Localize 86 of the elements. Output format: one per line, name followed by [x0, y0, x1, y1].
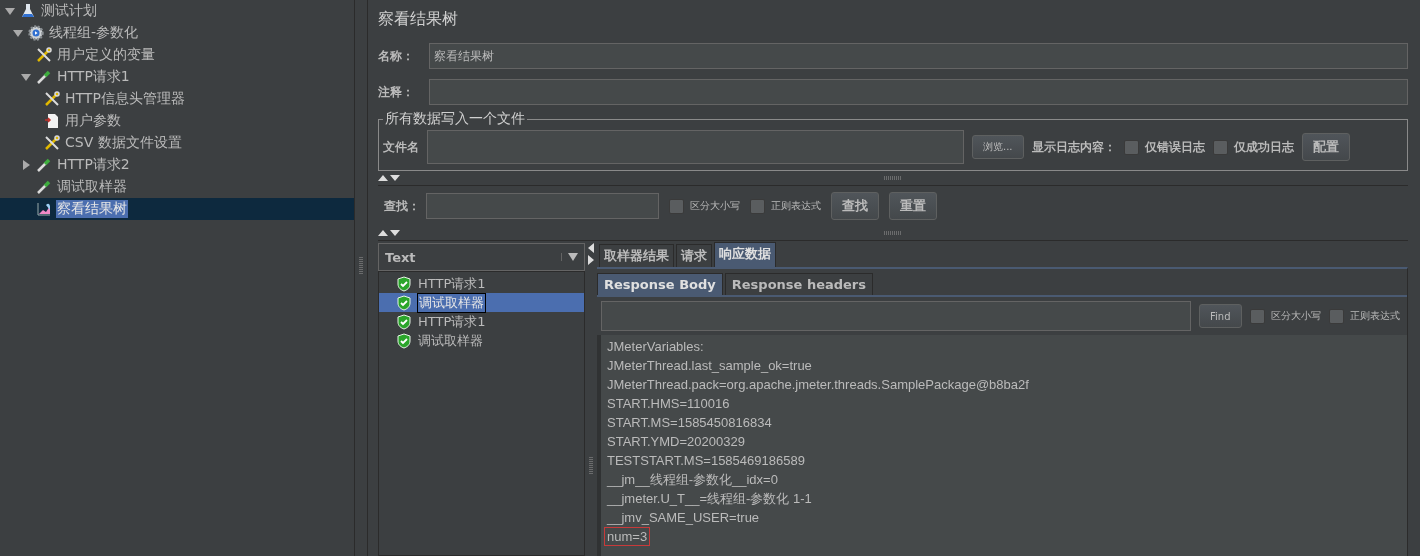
tab[interactable]: 请求 [676, 244, 712, 267]
tree-item[interactable]: 调试取样器 [56, 178, 128, 196]
response-line: START.MS=1585450816834 [607, 414, 772, 432]
expand-arrow-icon[interactable] [21, 160, 31, 170]
tree-item[interactable]: HTTP信息头管理器 [64, 90, 186, 108]
tools-icon [36, 47, 52, 63]
sample-item[interactable]: 调试取样器 [417, 331, 484, 350]
tab[interactable]: 取样器结果 [599, 244, 674, 267]
tree-item[interactable]: HTTP请求1 [56, 68, 131, 86]
tree-item[interactable]: 用户定义的变量 [56, 46, 156, 64]
field-label: 注释： [378, 83, 415, 101]
shield-check-icon [397, 313, 411, 330]
checkbox[interactable] [1249, 308, 1265, 324]
find-field[interactable] [601, 301, 1191, 331]
grip-icon[interactable] [589, 457, 593, 475]
shield-check-icon [397, 294, 411, 311]
field-label: 名称： [378, 47, 415, 65]
tab[interactable]: 响应数据 [714, 242, 776, 267]
find-button[interactable]: Find [1199, 304, 1242, 328]
log-label: 显示日志内容： [1031, 138, 1116, 156]
response-line: START.YMD=20200329 [607, 433, 745, 451]
checkbox[interactable] [1212, 139, 1228, 155]
grip-icon[interactable] [359, 257, 363, 275]
response-line: JMeterVariables: [607, 338, 704, 356]
split-arrows-icon[interactable] [587, 243, 595, 267]
tab[interactable]: Response Body [597, 273, 723, 295]
grip-icon[interactable] [884, 176, 902, 180]
response-line: __jm__线程组-参数化__idx=0 [607, 471, 778, 489]
document-icon [44, 113, 60, 129]
sample-item[interactable]: HTTP请求1 [417, 312, 487, 331]
shield-check-icon [397, 332, 411, 349]
response-line: TESTSTART.MS=1585469186589 [607, 452, 805, 470]
split-arrows-icon[interactable] [378, 174, 402, 182]
checkbox-label: 正则表达式 [1349, 309, 1400, 323]
collapse-arrow-icon[interactable] [21, 72, 31, 82]
tree-item[interactable]: CSV 数据文件设置 [64, 134, 183, 152]
config-button[interactable]: 配置 [1301, 133, 1350, 161]
collapse-arrow-icon[interactable] [5, 6, 15, 16]
split-arrows-icon[interactable] [378, 229, 402, 237]
caret-icon [561, 253, 578, 261]
sample-item[interactable]: 调试取样器 [417, 292, 486, 313]
renderer-dropdown[interactable]: Text [378, 243, 585, 271]
gear-icon [28, 25, 44, 41]
response-line: __jmeter.U_T__=线程组-参数化 1-1 [607, 490, 812, 508]
response-line: num=3 [604, 527, 651, 546]
filename-field[interactable] [427, 130, 964, 164]
tools-icon [44, 135, 60, 151]
response-line: JMeterThread.pack=org.apache.jmeter.threads.SamplePackage@b8ba2f [607, 376, 1029, 394]
pipette-icon [36, 69, 52, 85]
checkbox[interactable] [750, 198, 765, 214]
panel-title: 察看结果树 [378, 7, 459, 30]
graph-icon [36, 201, 52, 217]
sample-item[interactable]: HTTP请求1 [417, 274, 487, 293]
comment-field[interactable] [429, 79, 1408, 105]
checkbox[interactable] [669, 198, 684, 214]
response-line: __jmv_SAME_USER=true [607, 509, 760, 527]
name-field[interactable]: 察看结果树 [429, 43, 1408, 69]
browse-button[interactable]: 浏览... [972, 135, 1024, 159]
find-button[interactable]: 查找 [831, 192, 879, 220]
grip-icon[interactable] [884, 231, 902, 235]
group-title: 所有数据写入一个文件 [384, 110, 526, 128]
tree-item[interactable]: 察看结果树 [56, 200, 128, 218]
checkbox[interactable] [1328, 308, 1344, 324]
checkbox-label: 仅成功日志 [1233, 138, 1294, 156]
pipette-icon [36, 157, 52, 173]
response-line: START.HMS=110016 [607, 395, 730, 413]
checkbox[interactable] [1123, 139, 1139, 155]
shield-check-icon [397, 275, 411, 292]
pipette-icon [36, 179, 52, 195]
tab[interactable]: Response headers [724, 273, 874, 295]
checkbox-label: 区分大小写 [1270, 309, 1321, 323]
tree-item[interactable]: 用户参数 [64, 112, 122, 130]
reset-button[interactable]: 重置 [889, 192, 937, 220]
checkbox-label: 区分大小写 [690, 199, 740, 213]
search-label: 查找： [384, 197, 420, 215]
collapse-arrow-icon[interactable] [13, 28, 23, 38]
tree-item[interactable]: 测试计划 [40, 2, 98, 20]
tree-item[interactable]: 线程组-参数化 [48, 24, 140, 42]
checkbox-label: 正则表达式 [771, 199, 821, 213]
checkbox-label: 仅错误日志 [1144, 138, 1205, 156]
tree-item[interactable]: HTTP请求2 [56, 156, 131, 174]
search-field[interactable] [426, 193, 659, 219]
tools-icon [44, 91, 60, 107]
flask-icon [20, 3, 36, 19]
field-label: 文件名 [383, 138, 419, 156]
response-line: JMeterThread.last_sample_ok=true [607, 357, 812, 375]
